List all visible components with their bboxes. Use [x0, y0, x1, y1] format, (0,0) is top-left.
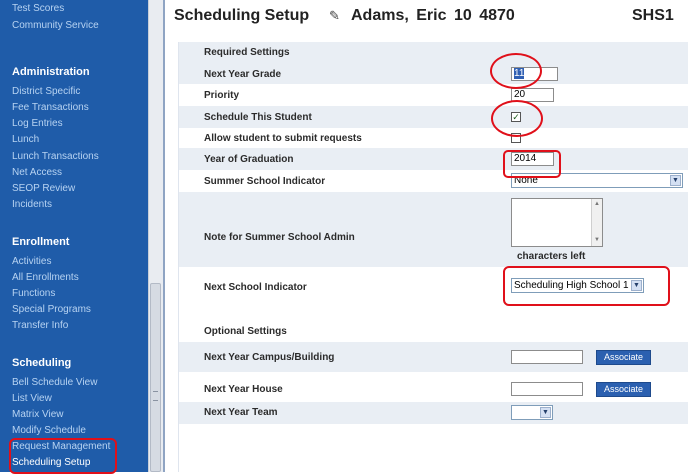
student-id: 4870	[479, 7, 515, 24]
scheduling-setup-form: Required Settings Next Year Grade 11 Pri…	[178, 42, 688, 472]
sidebar-link-transfer-info[interactable]: Transfer Info	[12, 320, 68, 332]
house-label: Next Year House	[204, 384, 283, 395]
sidebar-link-bell-schedule-view[interactable]: Bell Schedule View	[12, 377, 97, 389]
sidebar-link-test-scores[interactable]: Test Scores	[12, 3, 64, 15]
required-settings-row: Required Settings	[179, 42, 688, 64]
priority-label: Priority	[204, 90, 240, 101]
sidebar-section-administration: Administration	[12, 66, 90, 78]
schedule-student-checkbox[interactable]: ✓	[511, 112, 521, 122]
sidebar-link-modify-schedule[interactable]: Modify Schedule	[12, 425, 86, 437]
team-select[interactable]: ▼	[511, 405, 553, 420]
textarea-scrollbar[interactable]: ▲ ▼	[591, 199, 602, 246]
graduation-year-label: Year of Graduation	[204, 154, 294, 165]
chevron-down-icon: ▼	[670, 175, 681, 186]
sidebar-link-scheduling-setup[interactable]: Scheduling Setup	[12, 457, 90, 469]
sidebar-link-incidents[interactable]: Incidents	[12, 199, 52, 211]
sidebar-divider	[163, 0, 165, 472]
house-input[interactable]	[511, 382, 583, 396]
page-title: Scheduling Setup	[174, 7, 310, 24]
allow-requests-label: Allow student to submit requests	[204, 133, 362, 144]
summer-school-row: Summer School Indicator None ▼	[179, 170, 688, 192]
sidebar-section-enrollment: Enrollment	[12, 236, 70, 248]
chevron-down-icon: ▼	[540, 407, 551, 418]
next-year-grade-row: Next Year Grade 11	[179, 64, 688, 84]
campus-associate-button[interactable]: Associate	[596, 350, 651, 365]
sidebar-link-request-management[interactable]: Request Management	[12, 441, 110, 453]
sidebar-link-lunch-transactions[interactable]: Lunch Transactions	[12, 151, 99, 163]
school-code: SHS1	[632, 7, 674, 24]
student-banner: Adams, Eric 10 4870	[351, 7, 515, 25]
summer-note-label: Note for Summer School Admin	[204, 232, 355, 243]
scroll-down-icon[interactable]: ▼	[593, 236, 601, 245]
next-school-row: Next School Indicator Scheduling High Sc…	[179, 267, 688, 312]
allow-requests-checkbox[interactable]	[511, 133, 521, 143]
summer-note-textarea[interactable]: ▲ ▼	[511, 198, 603, 247]
campus-label: Next Year Campus/Building	[204, 352, 335, 363]
priority-input[interactable]: 20	[511, 88, 554, 102]
sidebar-nav: Test Scores Community Service Administra…	[0, 0, 163, 472]
optional-settings-row: Optional Settings	[179, 312, 688, 342]
graduation-year-input[interactable]: 2014	[511, 152, 554, 166]
sidebar-link-matrix-view[interactable]: Matrix View	[12, 409, 64, 421]
next-year-grade-input[interactable]: 11	[511, 67, 558, 81]
sidebar-link-activities[interactable]: Activities	[12, 256, 51, 268]
team-row: Next Year Team ▼	[179, 402, 688, 424]
next-school-value: Scheduling High School 1	[514, 280, 629, 291]
sidebar-link-functions[interactable]: Functions	[12, 288, 55, 300]
sidebar-link-seop-review[interactable]: SEOP Review	[12, 183, 75, 195]
student-icon: ✎	[329, 8, 340, 23]
next-school-select[interactable]: Scheduling High School 1 ▼	[511, 278, 644, 293]
characters-left-text: characters left	[517, 251, 586, 262]
sidebar-link-district-specific[interactable]: District Specific	[12, 86, 80, 98]
sidebar-link-net-access[interactable]: Net Access	[12, 167, 62, 179]
summer-school-select[interactable]: None ▼	[511, 173, 683, 188]
priority-row: Priority 20	[179, 84, 688, 106]
next-year-grade-label: Next Year Grade	[204, 69, 282, 80]
summer-note-row: Note for Summer School Admin ▲ ▼ charact…	[179, 192, 688, 267]
summer-school-value: None	[514, 175, 538, 186]
schedule-student-label: Schedule This Student	[204, 112, 312, 123]
sidebar-link-lunch[interactable]: Lunch	[12, 134, 39, 146]
allow-requests-row: Allow student to submit requests	[179, 128, 688, 148]
schedule-student-row: Schedule This Student ✓	[179, 106, 688, 128]
sidebar-section-scheduling: Scheduling	[12, 357, 72, 369]
student-grade: 10	[453, 7, 472, 24]
sidebar-link-fee-transactions[interactable]: Fee Transactions	[12, 102, 89, 114]
team-label: Next Year Team	[204, 407, 278, 418]
sidebar-link-special-programs[interactable]: Special Programs	[12, 304, 91, 316]
campus-input[interactable]	[511, 350, 583, 364]
house-associate-button[interactable]: Associate	[596, 382, 651, 397]
student-name: Adams, Eric	[351, 7, 447, 24]
sidebar-link-log-entries[interactable]: Log Entries	[12, 118, 63, 130]
campus-row: Next Year Campus/Building Associate	[179, 342, 688, 372]
scrollbar-grip-icon	[153, 391, 158, 401]
scroll-up-icon[interactable]: ▲	[593, 200, 601, 209]
graduation-year-row: Year of Graduation 2014	[179, 148, 688, 170]
house-row: Next Year House Associate	[179, 372, 688, 402]
sidebar-link-list-view[interactable]: List View	[12, 393, 52, 405]
sidebar-scrollbar-thumb[interactable]	[150, 283, 161, 472]
next-school-label: Next School Indicator	[204, 282, 307, 293]
required-settings-heading: Required Settings	[204, 47, 290, 58]
chevron-down-icon: ▼	[631, 280, 642, 291]
sidebar-link-community-service[interactable]: Community Service	[12, 20, 99, 32]
summer-school-label: Summer School Indicator	[204, 176, 326, 187]
optional-settings-heading: Optional Settings	[204, 326, 287, 337]
sidebar-link-all-enrollments[interactable]: All Enrollments	[12, 272, 79, 284]
